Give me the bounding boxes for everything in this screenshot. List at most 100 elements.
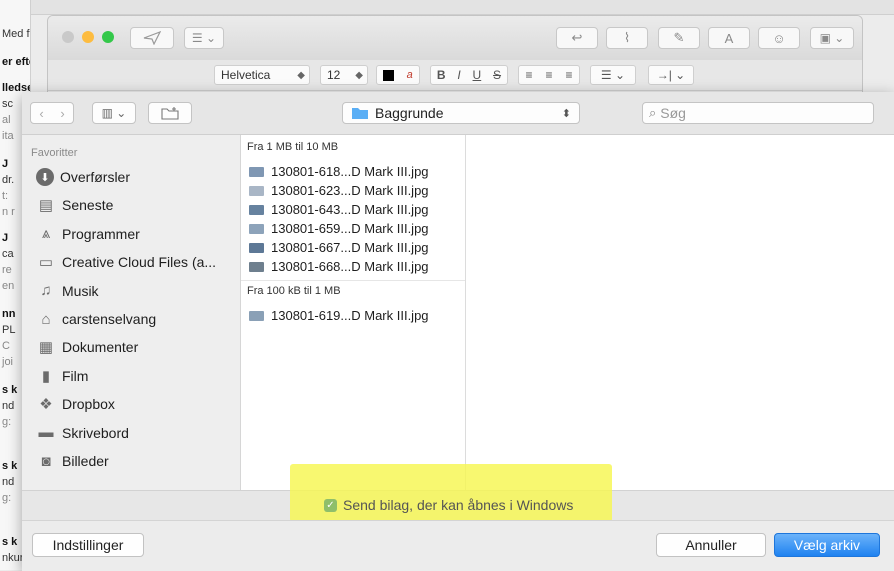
file-item[interactable]: 130801-619...D Mark III.jpg (249, 307, 429, 324)
sidebar-item[interactable]: ▤ Seneste (36, 193, 113, 217)
markup-button[interactable]: ✎ (658, 27, 700, 49)
sidebar-header: Favoritter (31, 147, 78, 159)
background-message-snippet: al (2, 114, 11, 126)
file-item[interactable]: 130801-659...D Mark III.jpg (249, 220, 429, 237)
new-folder-icon (161, 107, 179, 120)
dropbox-icon: ❖ (39, 396, 53, 414)
underline-button[interactable]: U (473, 68, 482, 82)
new-folder-button[interactable] (148, 102, 192, 124)
forward-icon[interactable]: › (60, 106, 64, 121)
sidebar-item[interactable]: ▬ Skrivebord (36, 421, 129, 445)
sidebar-item-label: Skrivebord (62, 424, 129, 441)
sidebar-item[interactable]: ♫ Musik (36, 279, 98, 303)
folder-icon: ▭ (38, 254, 54, 272)
cancel-button[interactable]: Annuller (656, 533, 766, 557)
reply-button[interactable]: ↩ (556, 27, 598, 49)
background-message-snippet: nd (2, 400, 15, 412)
view-mode-button[interactable]: ▥ ⌄ (92, 102, 136, 124)
indent-icon: →| ⌄ (656, 68, 686, 82)
documents-icon: ▦ (38, 339, 54, 357)
sidebar-item[interactable]: ▮ Film (36, 364, 89, 388)
applications-icon: ⩓ (41, 225, 51, 243)
font-icon: A (724, 30, 734, 46)
sidebar-item[interactable]: ◙ Billeder (36, 449, 109, 473)
bold-button[interactable]: B (437, 68, 446, 82)
zoom-window-icon[interactable] (102, 31, 114, 43)
bullet-list-icon: ☰ ⌄ (600, 68, 626, 82)
color-controls[interactable]: a (376, 65, 420, 85)
choose-file-button[interactable]: Vælg arkiv (774, 533, 880, 557)
back-icon[interactable]: ‹ (39, 106, 43, 121)
alignment-group[interactable]: ≡ ≡ ≡ (518, 65, 580, 85)
align-center-icon[interactable]: ≡ (545, 68, 552, 82)
sidebar-item-label: carstenselvang (62, 311, 157, 327)
font-family-value: Helvetica (221, 68, 271, 82)
compose-titlebar: ☰ ⌄ ↩ ⌇ ✎ A ☺ ▣ ⌄ (48, 16, 862, 61)
send-button[interactable] (130, 27, 174, 49)
font-family-select[interactable]: Helvetica ◆ (214, 65, 310, 85)
recents-icon: ▤ (38, 197, 54, 215)
download-icon: ⬇ (36, 168, 54, 186)
emoji-button[interactable]: ☺ (758, 27, 800, 49)
file-name: 130801-619...D Mark III.jpg (271, 308, 429, 323)
sidebar-item[interactable]: ❖ Dropbox (36, 392, 115, 416)
sidebar-item[interactable]: ⩓ Programmer (36, 222, 140, 246)
background-message-snippet: n r (2, 206, 15, 218)
checkbox-icon[interactable]: ✓ (324, 498, 337, 512)
windows-attachments-option[interactable]: ✓ Send bilag, der kan åbnes i Windows (324, 495, 573, 515)
align-left-icon[interactable]: ≡ (525, 68, 532, 82)
font-size-select[interactable]: 12 ◆ (320, 65, 368, 85)
sidebar-item[interactable]: ▭ Creative Cloud Files (a... (36, 250, 216, 274)
italic-button[interactable]: I (457, 68, 460, 82)
sidebar-item-label: Film (62, 367, 89, 384)
align-right-icon[interactable]: ≡ (565, 68, 572, 82)
background-message-snippet: s k (2, 460, 18, 472)
location-label: Baggrunde (375, 105, 444, 121)
file-name: 130801-659...D Mark III.jpg (271, 221, 429, 236)
file-name: 130801-643...D Mark III.jpg (271, 202, 429, 217)
sidebar-item-label: Billeder (62, 453, 109, 469)
background-message-snippet: nd (2, 476, 15, 488)
search-field[interactable]: ⌕ Søg (642, 102, 874, 124)
settings-button[interactable]: Indstillinger (32, 533, 144, 557)
text-style-group: BIUS (430, 65, 508, 85)
file-item[interactable]: 130801-643...D Mark III.jpg (249, 201, 429, 218)
image-thumbnail-icon (249, 223, 264, 234)
file-item[interactable]: 130801-667...D Mark III.jpg (249, 239, 429, 256)
minimize-window-icon[interactable] (82, 31, 94, 43)
background-message-snippet: C (2, 340, 10, 352)
indent-select[interactable]: →| ⌄ (648, 65, 694, 85)
close-window-icon[interactable] (62, 31, 74, 43)
strikethrough-button[interactable]: S (493, 68, 501, 82)
background-message-snippet: dr. (2, 174, 15, 186)
film-icon: ▮ (41, 367, 51, 385)
stepper-icon: ⬍ (561, 107, 571, 120)
navigation-buttons: ‹ › (30, 102, 74, 124)
folder-icon (352, 108, 368, 119)
image-thumbnail-icon (249, 242, 264, 253)
file-name: 130801-668...D Mark III.jpg (271, 259, 429, 274)
sidebar-item[interactable]: ▦ Dokumenter (36, 335, 138, 359)
background-message-snippet: Med f (2, 28, 30, 40)
file-item[interactable]: 130801-668...D Mark III.jpg (249, 258, 429, 275)
highlight-color-icon[interactable]: a (407, 69, 413, 81)
format-button[interactable]: A (708, 27, 750, 49)
background-message-snippet: re (2, 264, 12, 276)
sidebar-item-label: Dokumenter (62, 339, 139, 356)
reply-icon: ↩ (571, 30, 583, 45)
text-color-icon[interactable] (383, 69, 395, 81)
attach-button[interactable]: ⌇ (606, 27, 648, 49)
sidebar-item[interactable]: ⌂ carstenselvang (36, 307, 156, 331)
sidebar-item[interactable]: ⬇ Overførsler (36, 165, 130, 189)
sidebar-item-label: Dropbox (62, 396, 115, 413)
list-icon: ☰ ⌄ (191, 31, 217, 45)
image-thumbnail-icon (249, 310, 264, 321)
file-item[interactable]: 130801-618...D Mark III.jpg (249, 163, 429, 180)
header-fields-button[interactable]: ☰ ⌄ (184, 27, 224, 49)
photo-browser-button[interactable]: ▣ ⌄ (810, 27, 854, 49)
sidebar-item-label: Seneste (62, 197, 114, 214)
background-message-snippet: J (2, 158, 9, 170)
location-popup[interactable]: Baggrunde ⬍ (342, 102, 580, 124)
file-item[interactable]: 130801-623...D Mark III.jpg (249, 182, 429, 199)
list-style-select[interactable]: ☰ ⌄ (590, 65, 636, 85)
